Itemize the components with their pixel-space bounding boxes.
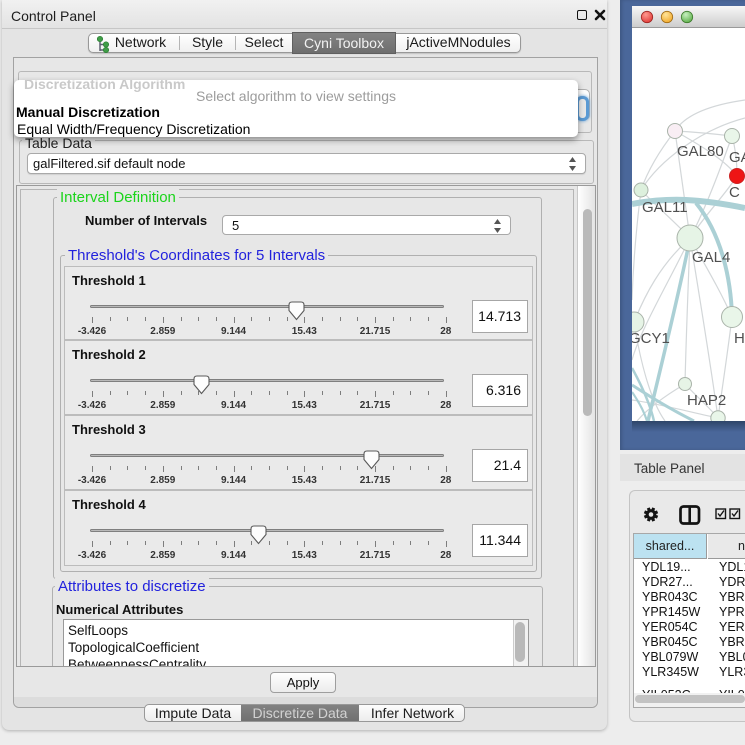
svg-text:GCY1: GCY1 xyxy=(632,330,670,347)
svg-text:C: C xyxy=(729,184,740,201)
svg-text:H: H xyxy=(734,330,745,347)
svg-text:GAL4: GAL4 xyxy=(692,249,730,266)
svg-text:GAL80: GAL80 xyxy=(677,143,724,160)
svg-text:GA: GA xyxy=(729,149,745,166)
svg-text:GAL11: GAL11 xyxy=(642,199,688,216)
svg-text:HAP2: HAP2 xyxy=(687,392,726,409)
